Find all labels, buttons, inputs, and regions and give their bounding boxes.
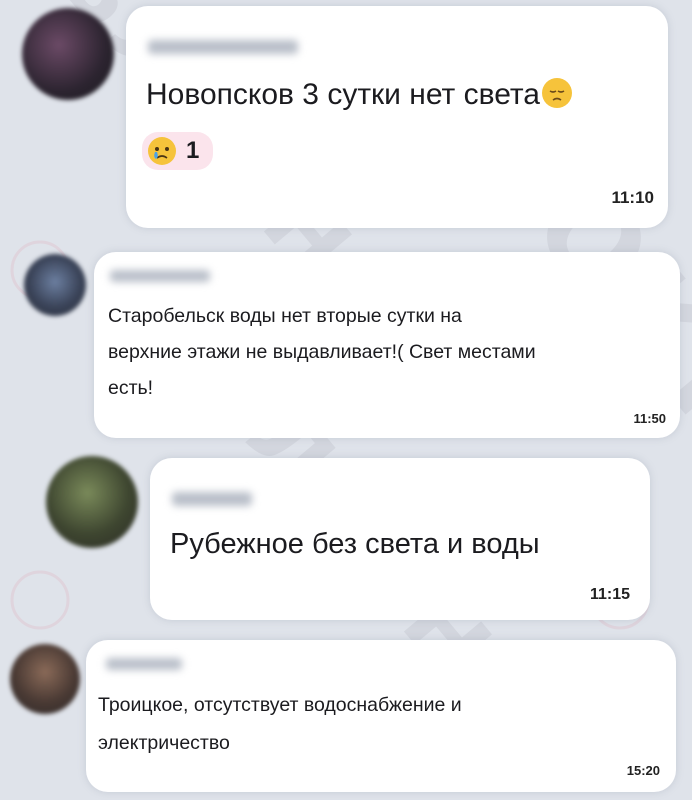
message-line: электричество <box>98 732 230 754</box>
reaction-count: 1 <box>186 137 200 164</box>
timestamp: 11:50 <box>633 411 666 426</box>
reaction-badge[interactable]: 1 <box>142 132 214 170</box>
message-line: есть! <box>108 377 154 399</box>
message-bubble[interactable]: Старобельск воды нет вторые сутки на вер… <box>94 252 680 438</box>
timestamp: 11:10 <box>611 188 654 207</box>
avatar[interactable] <box>22 8 114 100</box>
timestamp: 15:20 <box>626 763 660 778</box>
avatar[interactable] <box>10 644 80 714</box>
avatar[interactable] <box>46 456 138 548</box>
avatar[interactable] <box>24 254 86 316</box>
timestamp: 11:15 <box>589 586 630 603</box>
crying-face-icon <box>148 137 176 165</box>
message-line: Троицкое, отсутствует водоснабжение и <box>98 694 462 716</box>
sender-name <box>148 40 298 54</box>
message-line: верхние этажи не выдавливает!( Свет мест… <box>108 341 536 363</box>
pensive-face-icon <box>541 78 572 108</box>
sender-name <box>106 658 182 670</box>
message-text: Рубежное без света и воды <box>170 528 540 560</box>
message-bubble[interactable]: Новопсков 3 сутки нет света 1 11:10 <box>126 6 668 228</box>
message-text: Старобельск воды нет вторые сутки на вер… <box>108 298 536 406</box>
message-text: Троицкое, отсутствует водоснабжение и эл… <box>98 686 462 762</box>
sender-name <box>110 270 210 282</box>
message-bubble[interactable]: Троицкое, отсутствует водоснабжение и эл… <box>86 640 676 792</box>
message-text: Новопсков 3 сутки нет света <box>146 78 572 112</box>
message-line: Старобельск воды нет вторые сутки на <box>108 305 462 327</box>
sender-name <box>172 492 252 506</box>
message-bubble[interactable]: Рубежное без света и воды 11:15 <box>150 458 650 620</box>
